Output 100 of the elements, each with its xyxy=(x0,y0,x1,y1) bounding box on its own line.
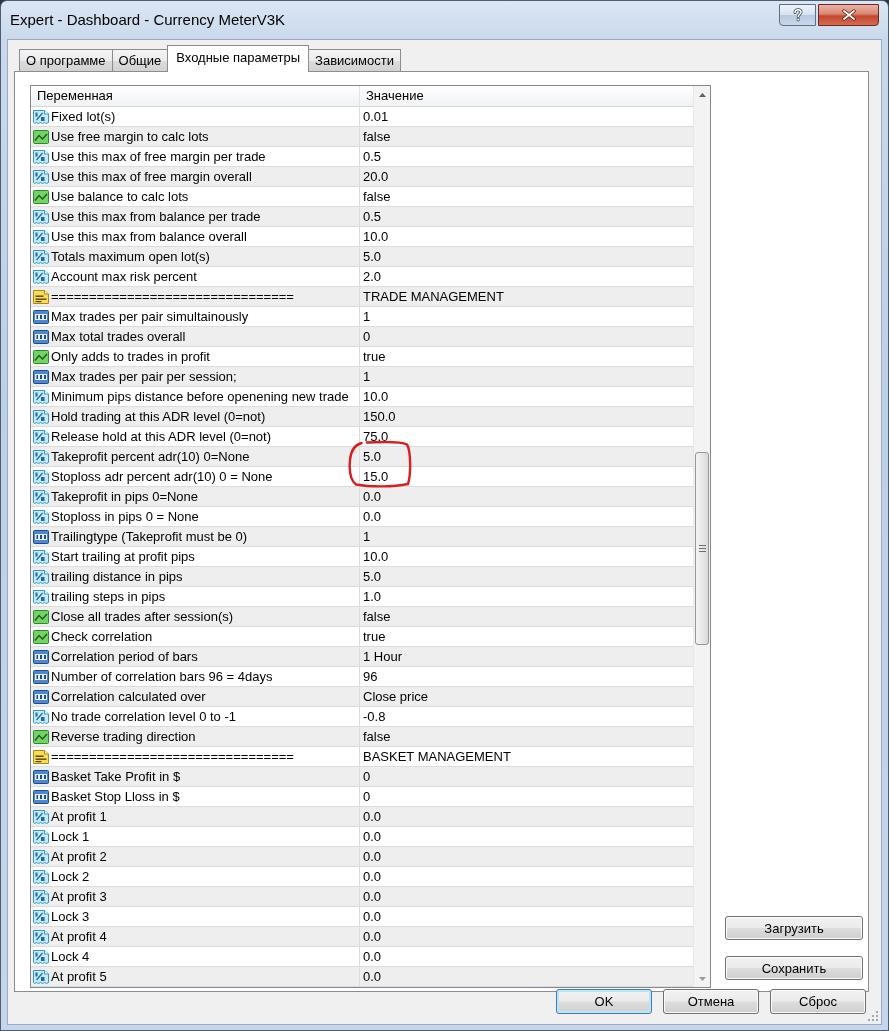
table-row[interactable]: Fixed lot(s) 0.01 xyxy=(31,107,693,127)
tab[interactable]: Общие xyxy=(111,49,169,71)
close-button[interactable] xyxy=(818,4,879,26)
table-row[interactable]: Release hold at this ADR level (0=not) 75.0 xyxy=(31,427,693,447)
zigzag-icon xyxy=(33,129,49,144)
save-button[interactable]: Сохранить xyxy=(725,956,863,980)
help-button[interactable] xyxy=(779,4,816,26)
variable-value: true xyxy=(363,349,386,364)
table-row[interactable]: Max trades per pair simultainously 1 xyxy=(31,307,693,327)
table-row[interactable]: Start trailing at profit pips 10.0 xyxy=(31,547,693,567)
table-row[interactable]: Close all trades after session(s) false xyxy=(31,607,693,627)
table-row[interactable]: ================================ TRADE MANAGEMENT xyxy=(31,287,693,307)
variable-value: false xyxy=(363,609,391,624)
table-row[interactable]: Number of correlation bars 96 = 4days 96 xyxy=(31,667,693,687)
table-row[interactable]: Stoploss adr percent adr(10) 0 = None 15.0 xyxy=(31,467,693,487)
table-row[interactable]: Lock 3 0.0 xyxy=(31,907,693,927)
variable-value: 1.0 xyxy=(363,589,382,604)
table-row[interactable]: Only adds to trades in profit true xyxy=(31,347,693,367)
variable-value: 1 xyxy=(363,369,371,384)
table-row[interactable]: At profit 2 0.0 xyxy=(31,847,693,867)
variable-name: No trade correlation level 0 to -1 xyxy=(51,709,236,724)
variable-value: 150.0 xyxy=(363,409,396,424)
variable-value: 0.0 xyxy=(363,949,382,964)
variable-value: 0.5 xyxy=(363,149,382,164)
variable-name: Release hold at this ADR level (0=not) xyxy=(51,429,272,444)
variable-value: 1 xyxy=(363,309,371,324)
variable-name: At profit 1 xyxy=(51,809,107,824)
variable-name: Lock 3 xyxy=(51,909,90,924)
table-row[interactable]: ================================ BASKET MANAGEMENT xyxy=(31,747,693,767)
variable-value: false xyxy=(363,129,391,144)
table-row[interactable]: Trailingtype (Takeprofit must be 0) 1 xyxy=(31,527,693,547)
fraction-icon xyxy=(33,929,49,944)
table-row[interactable]: Max trades per pair per session; 1 xyxy=(31,367,693,387)
number-icon xyxy=(33,329,49,344)
table-row[interactable]: At profit 3 0.0 xyxy=(31,887,693,907)
variable-name: Lock 2 xyxy=(51,869,90,884)
table-row[interactable]: Minimum pips distance before openening new trade 10.0 xyxy=(31,387,693,407)
tab[interactable]: Зависимости xyxy=(308,49,401,71)
table-row[interactable]: Use free margin to calc lots false xyxy=(31,127,693,147)
load-button[interactable]: Загрузить xyxy=(725,916,863,940)
table-row[interactable]: At profit 4 0.0 xyxy=(31,927,693,947)
variable-value: 0.0 xyxy=(363,869,382,884)
variable-value: 10.0 xyxy=(363,549,389,564)
table-row[interactable]: Lock 2 0.0 xyxy=(31,867,693,887)
variable-value: 0.01 xyxy=(363,109,389,124)
zigzag-icon xyxy=(33,349,49,364)
table-row[interactable]: Hold trading at this ADR level (0=not) 150.0 xyxy=(31,407,693,427)
table-row[interactable]: Totals maximum open lot(s) 5.0 xyxy=(31,247,693,267)
fraction-icon xyxy=(33,909,49,924)
reset-button[interactable]: Сброс xyxy=(770,989,866,1014)
number-icon xyxy=(33,789,49,804)
table-row[interactable]: Use this max from balance overall 10.0 xyxy=(31,227,693,247)
scrollbar-thumb[interactable] xyxy=(695,452,709,645)
table-row[interactable]: Use this max of free margin overall 20.0 xyxy=(31,167,693,187)
fraction-icon xyxy=(33,969,49,984)
table-row[interactable]: Takeprofit percent adr(10) 0=None 5.0 xyxy=(31,447,693,467)
table-row[interactable]: trailing distance in pips 5.0 xyxy=(31,567,693,587)
table-row[interactable]: Correlation period of bars 1 Hour xyxy=(31,647,693,667)
table-row[interactable]: At profit 5 0.0 xyxy=(31,967,693,987)
fraction-icon xyxy=(33,229,49,244)
table-row[interactable]: Takeprofit in pips 0=None 0.0 xyxy=(31,487,693,507)
variable-name: Max trades per pair per session; xyxy=(51,369,237,384)
grip-lines-icon xyxy=(698,545,706,552)
fraction-icon xyxy=(33,149,49,164)
resize-grip-icon[interactable] xyxy=(868,1011,878,1021)
variable-name: Fixed lot(s) xyxy=(51,109,116,124)
variable-value: 5.0 xyxy=(363,569,382,584)
ok-button[interactable]: OK xyxy=(556,989,652,1014)
table-row[interactable]: Check correlation true xyxy=(31,627,693,647)
variable-value: 1 Hour xyxy=(363,649,403,664)
fraction-icon xyxy=(33,809,49,824)
tab[interactable]: Входные параметры xyxy=(167,45,310,72)
cancel-button[interactable]: Отмена xyxy=(663,989,759,1014)
table-row[interactable]: Use this max from balance per trade 0.5 xyxy=(31,207,693,227)
table-row[interactable]: Lock 4 0.0 xyxy=(31,947,693,967)
table-row[interactable]: Stoploss in pips 0 = None 0.0 xyxy=(31,507,693,527)
fraction-icon xyxy=(33,709,49,724)
table-row[interactable]: No trade correlation level 0 to -1 -0.8 xyxy=(31,707,693,727)
table-row[interactable]: Account max risk percent 2.0 xyxy=(31,267,693,287)
table-row[interactable]: Reverse trading direction false xyxy=(31,727,693,747)
variable-name: Max total trades overall xyxy=(51,329,186,344)
vertical-scrollbar[interactable] xyxy=(693,86,710,987)
table-row[interactable]: Max total trades overall 0 xyxy=(31,327,693,347)
table-row[interactable]: At profit 1 0.0 xyxy=(31,807,693,827)
variable-value: BASKET MANAGEMENT xyxy=(363,749,511,764)
tab[interactable]: О программе xyxy=(19,49,113,71)
variable-name: Start trailing at profit pips xyxy=(51,549,195,564)
column-header[interactable]: Переменная xyxy=(31,86,360,107)
table-row[interactable]: Correlation calculated over Close price xyxy=(31,687,693,707)
table-row[interactable]: Use this max of free margin per trade 0.5 xyxy=(31,147,693,167)
table-row[interactable]: Use balance to calc lots false xyxy=(31,187,693,207)
number-icon xyxy=(33,769,49,784)
table-row[interactable]: trailing steps in pips 1.0 xyxy=(31,587,693,607)
fraction-icon xyxy=(33,949,49,964)
table-row[interactable]: Basket Take Profit in $ 0 xyxy=(31,767,693,787)
variable-value: 0 xyxy=(363,769,371,784)
variable-value: 1 xyxy=(363,529,371,544)
table-row[interactable]: Lock 1 0.0 xyxy=(31,827,693,847)
table-row[interactable]: Basket Stop Lloss in $ 0 xyxy=(31,787,693,807)
variable-value: 75.0 xyxy=(363,429,389,444)
